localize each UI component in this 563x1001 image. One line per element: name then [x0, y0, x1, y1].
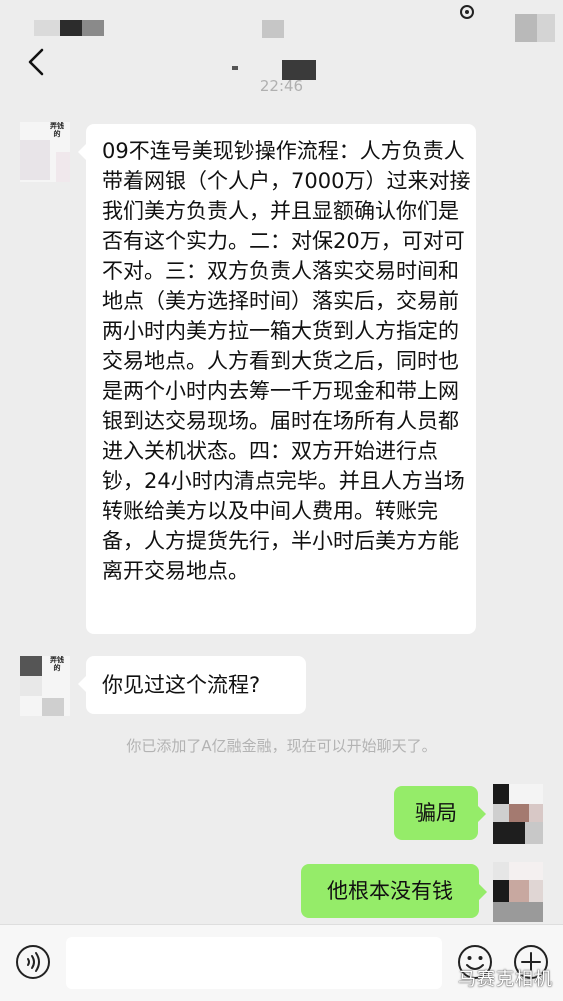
message-text: 他根本没有钱 — [327, 879, 453, 903]
timestamp: 22:46 — [259, 77, 304, 95]
status-bar-mosaic — [34, 20, 60, 36]
message-text: 骗局 — [415, 801, 457, 825]
voice-icon[interactable] — [15, 944, 51, 980]
message-text: 09不连号美现钞操作流程：人方负责人带着网银（个人户，7000万）过来对接我们美… — [102, 139, 471, 583]
avatar[interactable]: 弄钱的 — [20, 122, 70, 182]
avatar[interactable] — [493, 784, 543, 844]
status-bar-mosaic — [60, 20, 82, 36]
avatar[interactable] — [493, 862, 543, 922]
message-bubble[interactable]: 09不连号美现钞操作流程：人方负责人带着网银（个人户，7000万）过来对接我们美… — [78, 124, 476, 634]
avatar-tag: 弄钱的 — [50, 656, 64, 672]
status-bar — [0, 0, 563, 42]
message-bubble[interactable]: 骗局 — [394, 786, 486, 840]
avatar[interactable]: 弄钱的 — [20, 656, 70, 716]
status-bar-mosaic — [537, 14, 555, 42]
location-icon — [460, 5, 474, 19]
chat-title-mosaic — [232, 66, 238, 70]
watermark: 马赛克相机 — [458, 969, 553, 990]
message-input[interactable] — [66, 937, 442, 989]
status-bar-mosaic — [82, 20, 104, 36]
message-bubble[interactable]: 他根本没有钱 — [301, 864, 487, 918]
message-bubble[interactable]: 你见过这个流程? — [78, 656, 306, 714]
system-note: 你已添加了A亿融金融，现在可以开始聊天了。 — [126, 737, 437, 755]
message-text: 你见过这个流程? — [102, 673, 261, 697]
chevron-left-icon[interactable] — [20, 45, 56, 81]
status-bar-mosaic — [262, 20, 284, 38]
status-bar-mosaic — [515, 14, 537, 42]
avatar-tag: 弄钱的 — [50, 122, 64, 138]
